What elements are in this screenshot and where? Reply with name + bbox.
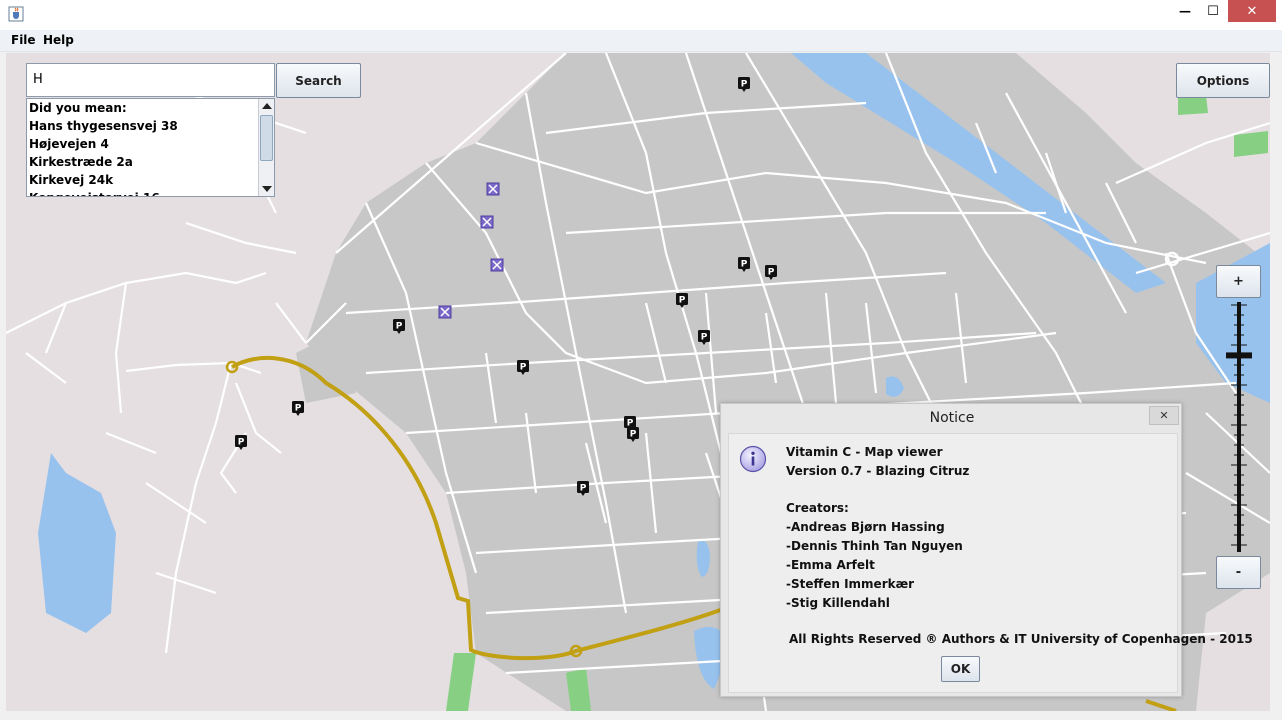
svg-text:P: P (679, 296, 686, 306)
menu-help[interactable]: Help (43, 33, 74, 47)
dialog-body: Vitamin C - Map viewer Version 0.7 - Bla… (728, 433, 1253, 693)
park-area (1234, 131, 1268, 157)
svg-text:P: P (238, 438, 245, 448)
parking-icon[interactable]: P (292, 401, 304, 416)
zoom-slider[interactable] (1222, 299, 1256, 555)
dialog-line: -Emma Arfelt (786, 558, 875, 572)
restaurant-icon[interactable] (490, 258, 504, 272)
dialog-line: -Steffen Immerkær (786, 577, 915, 591)
info-icon (739, 445, 767, 473)
search-input[interactable]: H (26, 63, 275, 97)
svg-text:P: P (520, 363, 527, 373)
svg-text:P: P (741, 80, 748, 90)
minimize-icon: — (1179, 4, 1191, 18)
dialog-copyright: All Rights Reserved ® Authors & IT Unive… (789, 632, 1253, 646)
suggestion-item[interactable]: Kirkevej 24k (27, 171, 274, 189)
suggestion-scrollbar[interactable] (258, 99, 274, 196)
suggestion-item[interactable]: Hans thygesensvej 38 (27, 117, 274, 135)
ok-button[interactable]: OK (941, 656, 980, 682)
restaurant-icon[interactable] (438, 305, 452, 319)
svg-text:P: P (295, 404, 302, 414)
svg-text:P: P (741, 260, 748, 270)
java-cup-icon (8, 6, 24, 22)
close-icon: ✕ (1246, 3, 1258, 19)
maximize-button[interactable]: ☐ (1200, 0, 1226, 22)
maximize-icon: ☐ (1207, 3, 1219, 19)
svg-text:P: P (580, 484, 587, 494)
park-area (1178, 95, 1208, 115)
restaurant-icon[interactable] (486, 182, 500, 196)
search-button[interactable]: Search (276, 63, 361, 98)
options-button[interactable]: Options (1176, 63, 1270, 98)
dialog-line: Creators: (786, 501, 849, 515)
scroll-thumb[interactable] (260, 115, 273, 161)
scroll-down-icon[interactable] (262, 186, 272, 192)
svg-text:P: P (396, 322, 403, 332)
svg-text:P: P (630, 430, 637, 440)
dialog-line: -Stig Killendahl (786, 596, 890, 610)
dialog-line: -Andreas Bjørn Hassing (786, 520, 945, 534)
dialog-title: Notice (929, 410, 975, 426)
dialog-line: Version 0.7 - Blazing Citruz (786, 464, 970, 478)
park-area (446, 653, 476, 711)
title-bar: — ☐ ✕ (0, 0, 1282, 30)
zoom-out-button[interactable]: - (1216, 556, 1261, 589)
suggestion-header: Did you mean: (29, 101, 127, 115)
dialog-close-button[interactable]: ✕ (1149, 406, 1179, 425)
zoom-in-button[interactable]: + (1216, 265, 1261, 298)
dialog-line: Vitamin C - Map viewer (786, 445, 943, 459)
zoom-slider-thumb[interactable] (1226, 352, 1252, 359)
scroll-up-icon[interactable] (262, 103, 272, 109)
window-close-button[interactable]: ✕ (1228, 0, 1276, 22)
restaurant-icon[interactable] (480, 215, 494, 229)
suggestion-item[interactable]: Kongevejstorvej 16 (27, 189, 274, 196)
water-body (38, 453, 116, 633)
suggestion-item[interactable]: Kirkestræde 2a (27, 153, 274, 171)
menu-file[interactable]: File (11, 33, 36, 47)
svg-text:P: P (701, 333, 708, 343)
suggestion-list[interactable]: Did you mean: Hans thygesensvej 38 Højev… (26, 98, 275, 197)
svg-text:P: P (768, 268, 775, 278)
minimize-button[interactable]: — (1170, 0, 1200, 22)
dialog-line: -Dennis Thinh Tan Nguyen (786, 539, 963, 553)
notice-dialog: Notice ✕ Vitamin C - Map viewer Version … (720, 403, 1253, 697)
app-window: — ☐ ✕ File Help P P P P P P P P P P P P … (0, 0, 1282, 720)
menu-bar: File Help (0, 30, 1282, 52)
suggestion-item[interactable]: Højevejen 4 (27, 135, 274, 153)
close-icon: ✕ (1159, 409, 1169, 422)
